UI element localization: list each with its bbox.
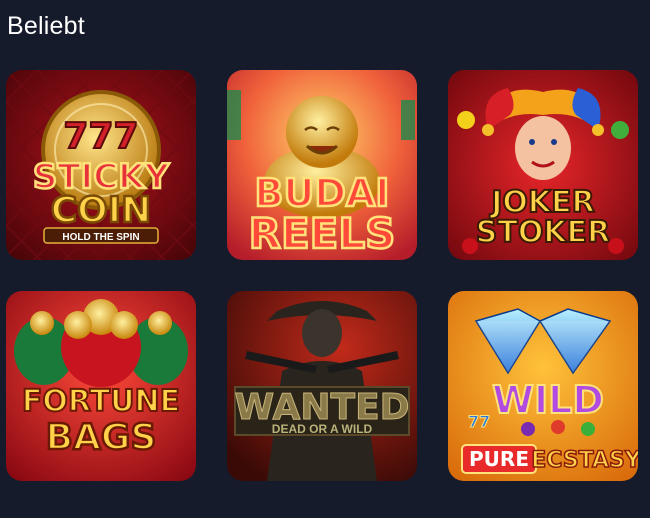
section-title: Beliebt bbox=[7, 12, 85, 40]
game-badge: 77 bbox=[468, 412, 490, 431]
game-title-line2: BAGS bbox=[46, 417, 157, 458]
game-title-line2: STOKER bbox=[476, 215, 610, 250]
game-thumbnail-joker-stoker: JOKER STOKER bbox=[448, 70, 638, 260]
game-title-line2: COIN bbox=[51, 190, 152, 231]
game-tile-sticky-coin[interactable]: 777 STICKY COIN HOLD THE SPIN bbox=[6, 70, 196, 260]
game-title-line2: REELS bbox=[249, 209, 396, 258]
game-badge: 777 bbox=[63, 116, 138, 157]
game-title-line2: DEAD OR A WILD bbox=[272, 422, 373, 436]
game-tile-wanted[interactable]: WANTED DEAD OR A WILD bbox=[227, 291, 417, 481]
game-subtitle: HOLD THE SPIN bbox=[62, 232, 139, 243]
game-title-line3: ECSTASY bbox=[531, 448, 638, 473]
game-tile-fortune-bags[interactable]: FORTUNE BAGS bbox=[6, 291, 196, 481]
game-tile-joker-stoker[interactable]: JOKER STOKER bbox=[448, 70, 638, 260]
game-title-line1: FORTUNE bbox=[22, 384, 180, 419]
game-tile-budai-reels[interactable]: BUDAI REELS bbox=[227, 70, 417, 260]
game-thumbnail-sticky-coin: 777 STICKY COIN HOLD THE SPIN bbox=[6, 70, 196, 260]
game-title-line2: PURE bbox=[469, 447, 529, 471]
game-thumbnail-budai-reels: BUDAI REELS bbox=[227, 70, 417, 260]
game-title-line1: WILD bbox=[492, 378, 604, 422]
game-thumbnail-wanted: WANTED DEAD OR A WILD bbox=[227, 291, 417, 481]
game-tile-wild-pure-ecstasy[interactable]: WILD 77 PURE ECSTASY bbox=[448, 291, 638, 481]
game-thumbnail-wild-pure-ecstasy: WILD 77 PURE ECSTASY bbox=[448, 291, 638, 481]
game-thumbnail-fortune-bags: FORTUNE BAGS bbox=[6, 291, 196, 481]
